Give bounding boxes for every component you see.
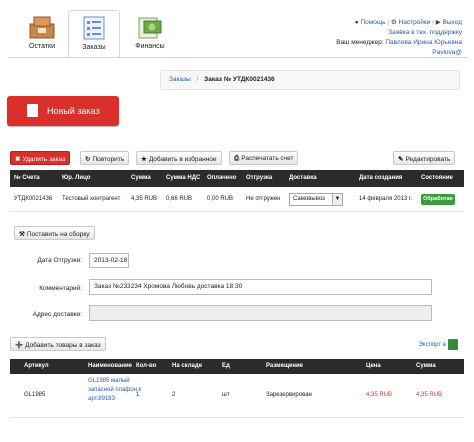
table-row: GL1985 GL1985 малый запасной плафон к ар… (10, 374, 464, 418)
help-icon: ● (354, 19, 359, 26)
gear-icon: ⚙ (390, 19, 397, 26)
col-sum: Сумма (131, 175, 151, 181)
plus-icon: ➕ (15, 342, 24, 349)
col-placement: Размещение (266, 363, 303, 369)
tab-stock[interactable]: Остатки (16, 10, 68, 58)
exit-icon: ▶ (435, 19, 441, 26)
tab-orders-label: Заказы (82, 44, 106, 51)
col-unit: Ед (222, 363, 230, 369)
order-row: УТДК0021436 Тестовый контрагент 4,35 RUB… (10, 188, 464, 212)
order-table-header: № Счета Юр. Лицо Сумма Сумма НДС Оплачен… (10, 170, 464, 187)
breadcrumb: Заказы / Заказ № УТДК0021436 (160, 70, 460, 90)
help-link[interactable]: Помощь (360, 19, 385, 26)
col-total: Сумма (416, 363, 436, 369)
tab-stock-label: Остатки (29, 43, 55, 50)
print-invoice-label: Распечатать счет (241, 155, 294, 162)
order-entity: Тестовый контрагент (62, 196, 121, 202)
goods-name-link[interactable]: GL1985 малый запасной плафон к арт.89183 (88, 377, 150, 404)
print-invoice-button[interactable]: ⎙ Распечатать счет (229, 151, 299, 165)
tab-orders[interactable]: Заказы (68, 10, 120, 58)
ship-date-field[interactable]: 2013-02-18 (89, 253, 129, 268)
order-vat: 0,66 RUB (166, 196, 193, 202)
exit-link[interactable]: Выход (443, 19, 462, 26)
assembly-button[interactable]: ⚒ Поставить на сборку (14, 226, 95, 240)
address-field[interactable] (89, 305, 432, 321)
goods-article: GL1985 (24, 392, 46, 398)
refresh-icon: ↻ (85, 156, 91, 163)
top-links: ● Помощь | ⚙ Настройки | ▶ Выход Заявка … (336, 19, 462, 56)
new-document-icon (27, 104, 38, 117)
breadcrumb-separator: / (196, 76, 199, 83)
money-icon (138, 17, 162, 39)
goods-qty: 1 (136, 392, 140, 398)
add-favorite-button[interactable]: ★ Добавить в избранное (136, 151, 222, 165)
status-badge: Обработан (421, 194, 455, 205)
col-name: Наименование (88, 363, 133, 369)
breadcrumb-orders-link[interactable]: Заказы (169, 76, 191, 83)
delivery-select-value: Самовывоз (293, 196, 325, 202)
settings-link[interactable]: Настройки (399, 19, 431, 26)
order-created: 14 февраля 2013 г. (359, 196, 413, 202)
excel-icon (448, 339, 458, 350)
col-shipment: Отгрузка (246, 175, 273, 181)
order-sum: 4,35 RUB (131, 196, 158, 202)
goods-unit: шт (222, 392, 230, 398)
col-entity: Юр. Лицо (62, 175, 91, 181)
col-delivery: Доставка (289, 175, 317, 181)
col-created: Дата создания (359, 175, 403, 181)
order-invoice: УТДК0021436 (14, 196, 53, 202)
order-shipment: Не отгружен (246, 196, 281, 202)
goods-total: 4,35 RUB (416, 392, 443, 398)
comment-label: Комментарий: (39, 285, 82, 292)
add-favorite-label: Добавить в избранное (148, 156, 217, 163)
chevron-down-icon: ▼ (332, 194, 342, 205)
goods-stock: 2 (172, 392, 176, 398)
manager-name-link[interactable]: Павлова Ирина Юрьевна (385, 39, 462, 46)
delete-order-label: Удалить заказ (22, 156, 66, 163)
col-stock: На складе (172, 363, 203, 369)
col-paid: Оплачено (207, 175, 237, 181)
edit-label: Редактировать (405, 156, 451, 163)
add-goods-label: Добавить товары в заказ (25, 342, 101, 349)
tab-finance[interactable]: Финансы (124, 10, 176, 58)
repeat-button[interactable]: ↻ Повторить (80, 151, 130, 165)
delivery-select[interactable]: Самовывоз ▼ (289, 193, 343, 206)
edit-button[interactable]: ✎ Редактировать (393, 151, 456, 165)
order-paid: 0,00 RUB (207, 196, 234, 202)
add-goods-button[interactable]: ➕ Добавить товары в заказ (10, 337, 106, 351)
manager-email-link[interactable]: Pavlova@ (432, 49, 462, 56)
goods-table-header: Артикул Наименование Кол-во На складе Ед… (10, 359, 464, 374)
wrench-icon: ⚒ (19, 231, 25, 238)
orders-list-icon (83, 16, 105, 40)
delete-order-button[interactable]: ✖ Удалить заказ (10, 151, 71, 165)
manager-prefix: Ваш менеджер: (336, 39, 384, 46)
ship-date-label: Дата Отгрузки: (37, 257, 82, 264)
col-status: Состояние (421, 175, 453, 181)
col-invoice: № Счета (14, 175, 40, 181)
address-label: Адрес доставки: (32, 311, 82, 318)
boxes-icon (29, 16, 55, 39)
export-label: Экспорт в (418, 342, 446, 349)
col-qty: Кол-во (136, 363, 157, 369)
printer-icon: ⎙ (234, 155, 240, 162)
comment-field[interactable]: Заказ №233234 Хромова Любовь доставка 18… (89, 279, 432, 295)
new-order-button[interactable]: Новый заказ (7, 96, 119, 126)
tab-finance-label: Финансы (135, 43, 165, 50)
col-vat: Сумма НДС (166, 175, 201, 181)
export-link[interactable]: Экспорт в (419, 339, 458, 350)
col-article: Артикул (24, 363, 49, 369)
support-link[interactable]: Заявка в тех. поддержку (388, 29, 462, 36)
col-price: Цена (366, 363, 381, 369)
goods-price: 4,35 RUB (366, 392, 393, 398)
pencil-icon: ✎ (398, 156, 404, 163)
assembly-label: Поставить на сборку (26, 231, 90, 238)
breadcrumb-current: Заказ № УТДК0021436 (204, 76, 275, 83)
new-order-label: Новый заказ (47, 106, 100, 116)
star-icon: ★ (141, 156, 147, 163)
goods-placement: Зарезервирован (266, 392, 312, 398)
repeat-label: Повторить (92, 156, 125, 163)
close-icon: ✖ (15, 156, 21, 163)
